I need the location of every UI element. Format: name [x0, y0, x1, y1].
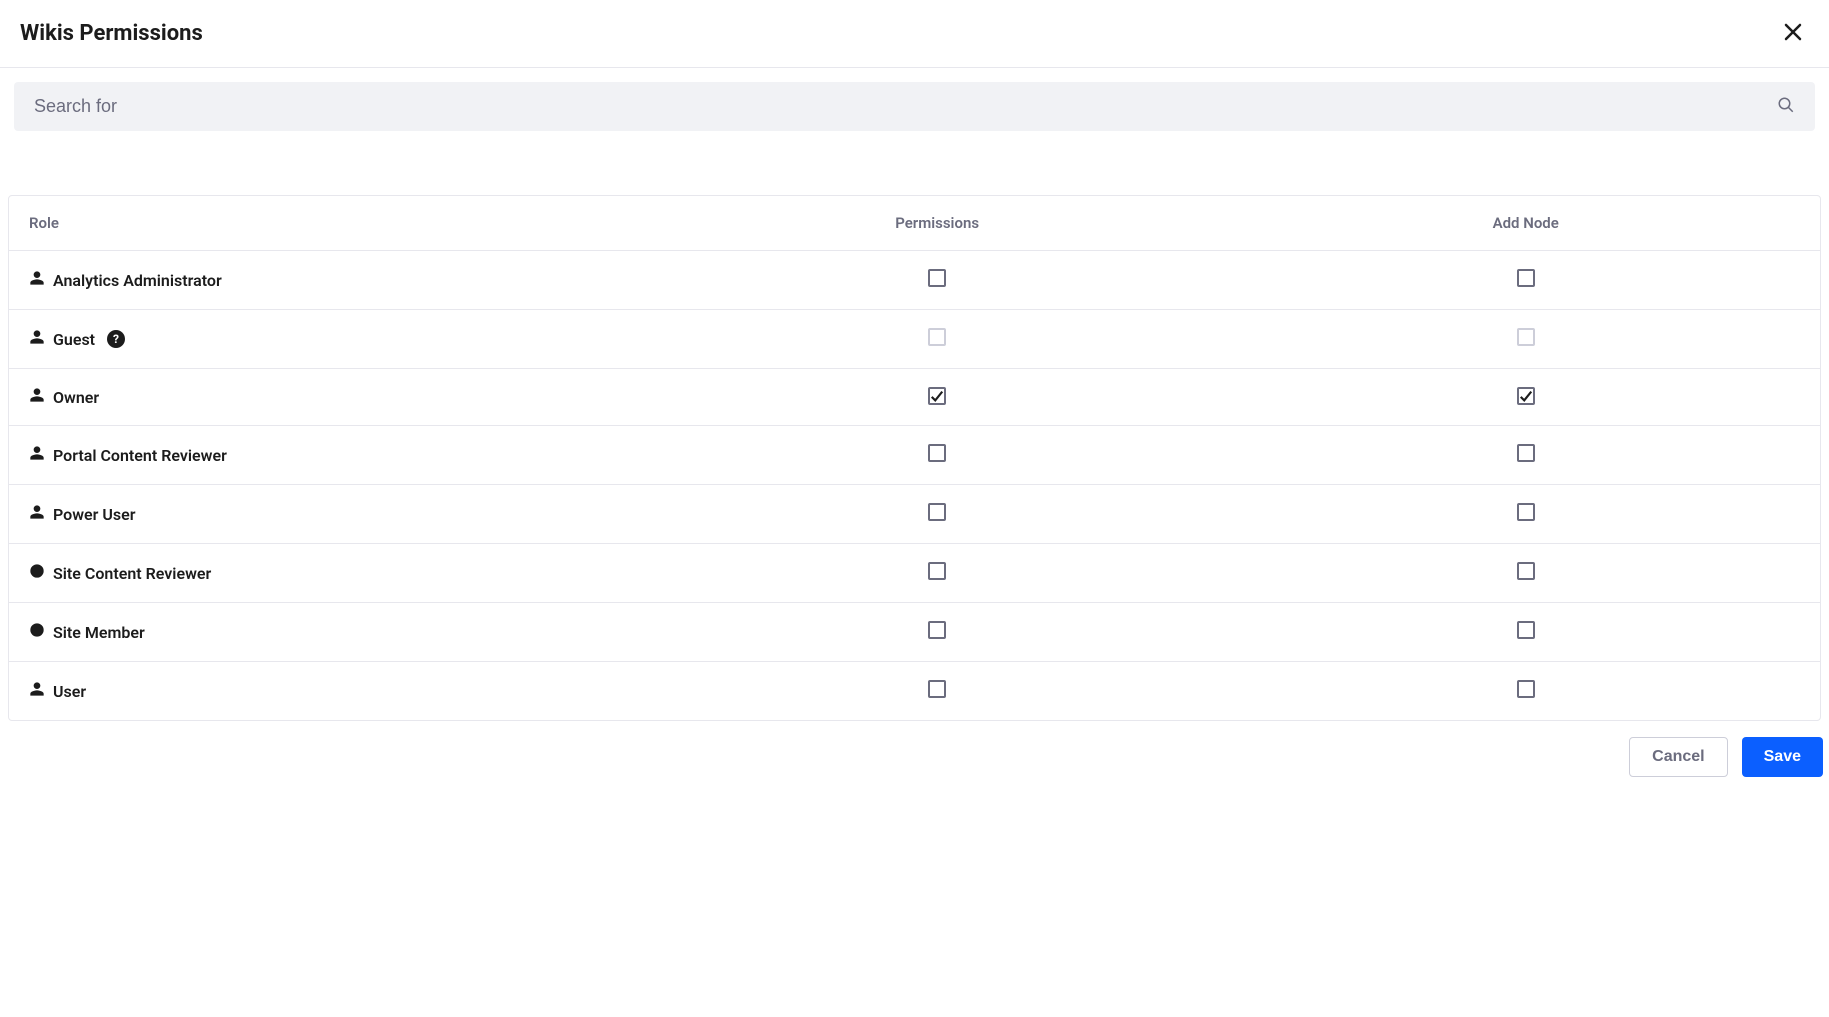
role-label: Portal Content Reviewer	[53, 446, 227, 465]
column-add-node: Add Node	[1231, 196, 1820, 251]
add-node-checkbox[interactable]	[1517, 503, 1535, 521]
permissions-cell	[643, 544, 1232, 603]
permissions-checkbox[interactable]	[928, 387, 946, 405]
user-role-icon	[29, 681, 45, 701]
table-row: Analytics Administrator	[9, 251, 1820, 310]
role-label: Site Content Reviewer	[53, 564, 211, 583]
table-row: User	[9, 662, 1820, 720]
add-node-checkbox[interactable]	[1517, 387, 1535, 405]
role-cell: Analytics Administrator	[9, 251, 643, 310]
role-cell: Site Member	[9, 603, 643, 662]
permissions-cell	[643, 369, 1232, 426]
role-cell: Portal Content Reviewer	[9, 426, 643, 485]
permissions-checkbox[interactable]	[928, 621, 946, 639]
user-role-icon	[29, 270, 45, 290]
permissions-checkbox[interactable]	[928, 562, 946, 580]
role-label: Power User	[53, 505, 135, 524]
column-role: Role	[9, 196, 643, 251]
save-button[interactable]: Save	[1742, 737, 1823, 777]
help-icon[interactable]: ?	[107, 330, 125, 348]
permissions-cell	[643, 426, 1232, 485]
user-role-icon	[29, 387, 45, 407]
permissions-cell	[643, 310, 1232, 369]
close-button[interactable]	[1777, 16, 1809, 51]
add-node-cell	[1231, 662, 1820, 720]
add-node-cell	[1231, 310, 1820, 369]
table-row: Portal Content Reviewer	[9, 426, 1820, 485]
site-role-icon	[29, 563, 45, 583]
table-row: Site Content Reviewer	[9, 544, 1820, 603]
permissions-cell	[643, 251, 1232, 310]
table-row: Site Member	[9, 603, 1820, 662]
search-container	[14, 82, 1815, 131]
role-label: Analytics Administrator	[53, 271, 222, 290]
content-area: Role Permissions Add Node Analytics Admi…	[0, 195, 1829, 721]
user-role-icon	[29, 504, 45, 524]
role-cell: Guest?	[9, 310, 643, 369]
role-label: Site Member	[53, 623, 145, 642]
permissions-table: Role Permissions Add Node Analytics Admi…	[8, 195, 1821, 721]
add-node-checkbox[interactable]	[1517, 680, 1535, 698]
user-role-icon	[29, 329, 45, 349]
add-node-cell	[1231, 544, 1820, 603]
add-node-checkbox[interactable]	[1517, 269, 1535, 287]
permissions-checkbox[interactable]	[928, 503, 946, 521]
search-icon	[1777, 96, 1795, 118]
add-node-checkbox[interactable]	[1517, 444, 1535, 462]
permissions-cell	[643, 485, 1232, 544]
table-row: Power User	[9, 485, 1820, 544]
column-permissions: Permissions	[643, 196, 1232, 251]
site-role-icon	[29, 622, 45, 642]
add-node-cell	[1231, 485, 1820, 544]
role-label: Owner	[53, 388, 99, 407]
user-role-icon	[29, 445, 45, 465]
add-node-cell	[1231, 603, 1820, 662]
role-cell: Power User	[9, 485, 643, 544]
add-node-cell	[1231, 426, 1820, 485]
dialog-header: Wikis Permissions	[0, 0, 1829, 68]
add-node-cell	[1231, 369, 1820, 426]
permissions-checkbox	[928, 328, 946, 346]
search-input[interactable]	[14, 82, 1815, 131]
role-label: User	[53, 682, 86, 701]
role-cell: Owner	[9, 369, 643, 426]
add-node-checkbox	[1517, 328, 1535, 346]
add-node-checkbox[interactable]	[1517, 621, 1535, 639]
close-icon	[1781, 20, 1805, 47]
permissions-checkbox[interactable]	[928, 680, 946, 698]
role-label: Guest	[53, 330, 95, 349]
search-wrapper	[0, 68, 1829, 145]
permissions-cell	[643, 662, 1232, 720]
cancel-button[interactable]: Cancel	[1629, 737, 1727, 777]
permissions-checkbox[interactable]	[928, 444, 946, 462]
page-title: Wikis Permissions	[20, 21, 203, 46]
table-row: Owner	[9, 369, 1820, 426]
role-cell: User	[9, 662, 643, 720]
role-cell: Site Content Reviewer	[9, 544, 643, 603]
table-header-row: Role Permissions Add Node	[9, 196, 1820, 251]
permissions-checkbox[interactable]	[928, 269, 946, 287]
dialog-footer: Cancel Save	[0, 721, 1829, 787]
permissions-cell	[643, 603, 1232, 662]
table-row: Guest?	[9, 310, 1820, 369]
add-node-cell	[1231, 251, 1820, 310]
add-node-checkbox[interactable]	[1517, 562, 1535, 580]
